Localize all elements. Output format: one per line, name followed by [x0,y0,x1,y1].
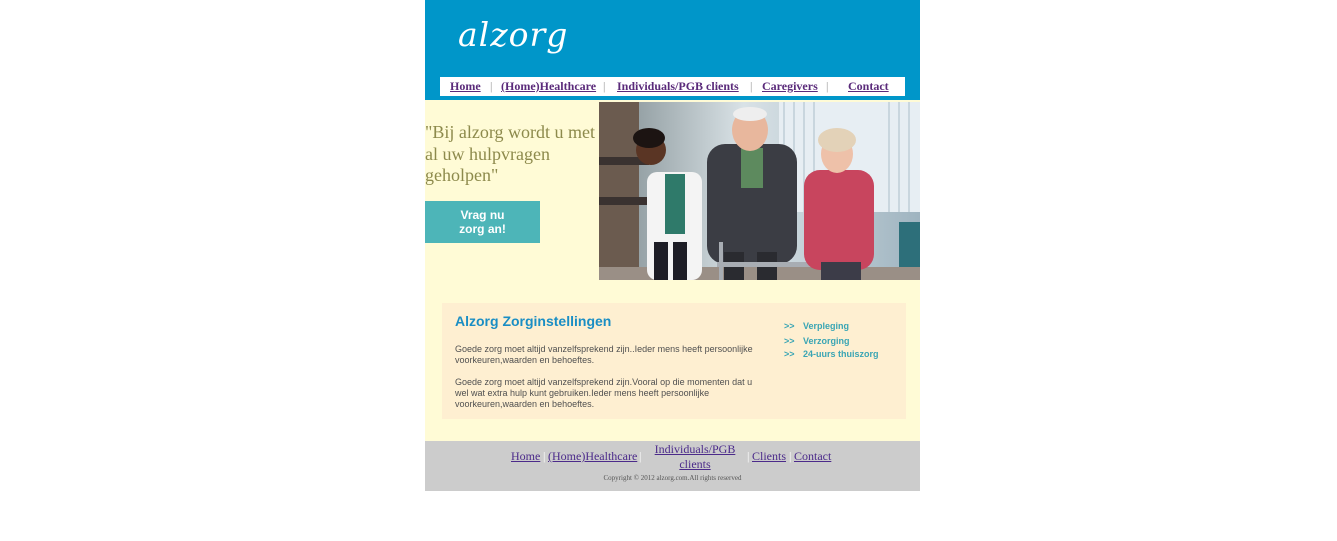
footer-separator: | [789,449,792,463]
hero-quote: "Bij alzorg wordt u met al uw hulpvragen… [425,122,595,185]
info-title: Alzorg Zorginstellingen [455,313,612,329]
service-item-verpleging[interactable]: >> Verpleging [784,321,849,332]
nav-caregivers-link[interactable]: Caregivers [762,78,818,94]
arrow-icon: >> [784,349,795,359]
site-logo[interactable]: alzorg [458,18,568,51]
nav-separator: | [603,79,606,93]
hero-section: "Bij alzorg wordt u met al uw hulpvragen… [425,100,920,441]
service-item-thuiszorg[interactable]: >> 24-uurs thuiszorg [784,349,879,360]
footer-separator: | [639,449,642,463]
nav-separator: | [750,79,753,93]
cta-line-2: zorg an! [459,222,506,236]
footer-home-link[interactable]: Home [511,449,540,464]
footer-healthcare-link[interactable]: (Home)Healthcare [548,449,637,464]
info-paragraph: Goede zorg moet altijd vanzelfsprekend z… [455,344,753,365]
nav-home-link[interactable]: Home [450,78,481,94]
cta-line-1: Vrag nu [460,208,505,222]
info-box: Alzorg Zorginstellingen Goede zorg moet … [442,303,906,419]
nav-healthcare-link[interactable]: (Home)Healthcare [501,78,596,94]
site-footer: Home | (Home)Healthcare | Individuals/PG… [425,441,920,491]
footer-separator: | [747,449,750,463]
service-item-verzorging[interactable]: >> Verzorging [784,336,850,347]
request-care-button[interactable]: Vrag nu zorg an! [425,201,540,243]
footer-clients-link[interactable]: Clients [752,449,786,464]
nav-separator: | [490,79,493,93]
page: alzorg Home | (Home)Healthcare | Individ… [425,0,920,491]
site-header: alzorg Home | (Home)Healthcare | Individ… [425,0,920,100]
care-photo-icon [599,102,920,280]
copyright-text: Copyright © 2012 alzorg.com.All rights r… [603,474,742,482]
service-label[interactable]: Verzorging [803,336,850,346]
nav-separator: | [826,79,829,93]
service-label[interactable]: Verpleging [803,321,849,331]
info-paragraph: Goede zorg moet altijd vanzelfsprekend z… [455,377,753,409]
top-navigation: Home | (Home)Healthcare | Individuals/PG… [440,77,905,96]
arrow-icon: >> [784,336,795,346]
footer-contact-link[interactable]: Contact [794,449,831,464]
nav-contact-link[interactable]: Contact [848,78,889,94]
footer-separator: | [543,449,546,463]
footer-pgb-clients-link[interactable]: Individuals/PGB clients [647,442,743,472]
arrow-icon: >> [784,321,795,331]
service-label[interactable]: 24-uurs thuiszorg [803,349,879,359]
nav-pgb-clients-link[interactable]: Individuals/PGB clients [617,78,739,94]
